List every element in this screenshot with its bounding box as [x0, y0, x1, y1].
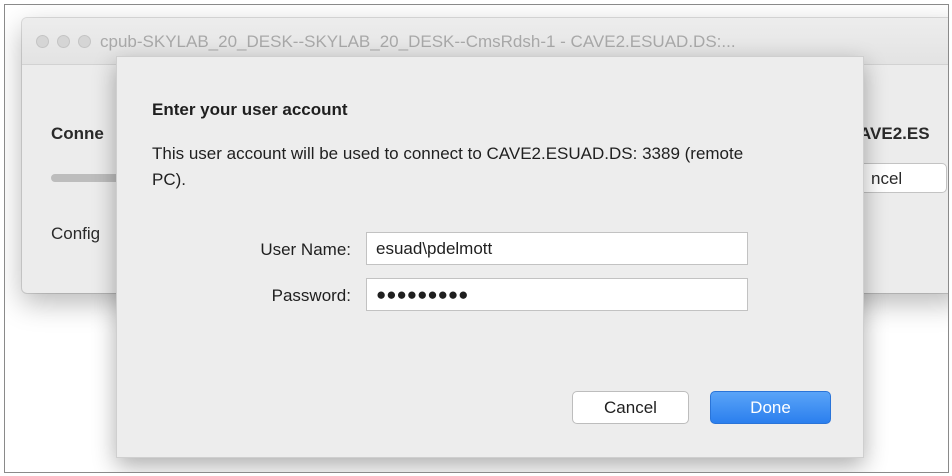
password-field[interactable] [366, 278, 748, 311]
cancel-button[interactable]: Cancel [572, 391, 689, 424]
done-button[interactable]: Done [710, 391, 831, 424]
dialog-title: Enter your user account [152, 100, 348, 119]
dialog-message: This user account will be used to connec… [152, 144, 744, 189]
zoom-window-icon[interactable] [78, 35, 91, 48]
close-window-icon[interactable] [36, 35, 49, 48]
minimize-window-icon[interactable] [57, 35, 70, 48]
screenshot-frame: cpub-SKYLAB_20_DESK--SKYLAB_20_DESK--Cms… [4, 4, 949, 473]
configuring-label: Config [51, 224, 101, 243]
username-field[interactable] [366, 232, 748, 265]
user-account-sheet: Enter your user account This user accoun… [116, 56, 864, 458]
host-label: AVE2.ES [859, 124, 930, 143]
background-cancel-button[interactable]: ncel [852, 163, 947, 193]
username-label: User Name: [260, 240, 351, 259]
connecting-label: Conne [51, 124, 104, 143]
password-label: Password: [271, 286, 351, 305]
window-title: cpub-SKYLAB_20_DESK--SKYLAB_20_DESK--Cms… [100, 32, 736, 51]
